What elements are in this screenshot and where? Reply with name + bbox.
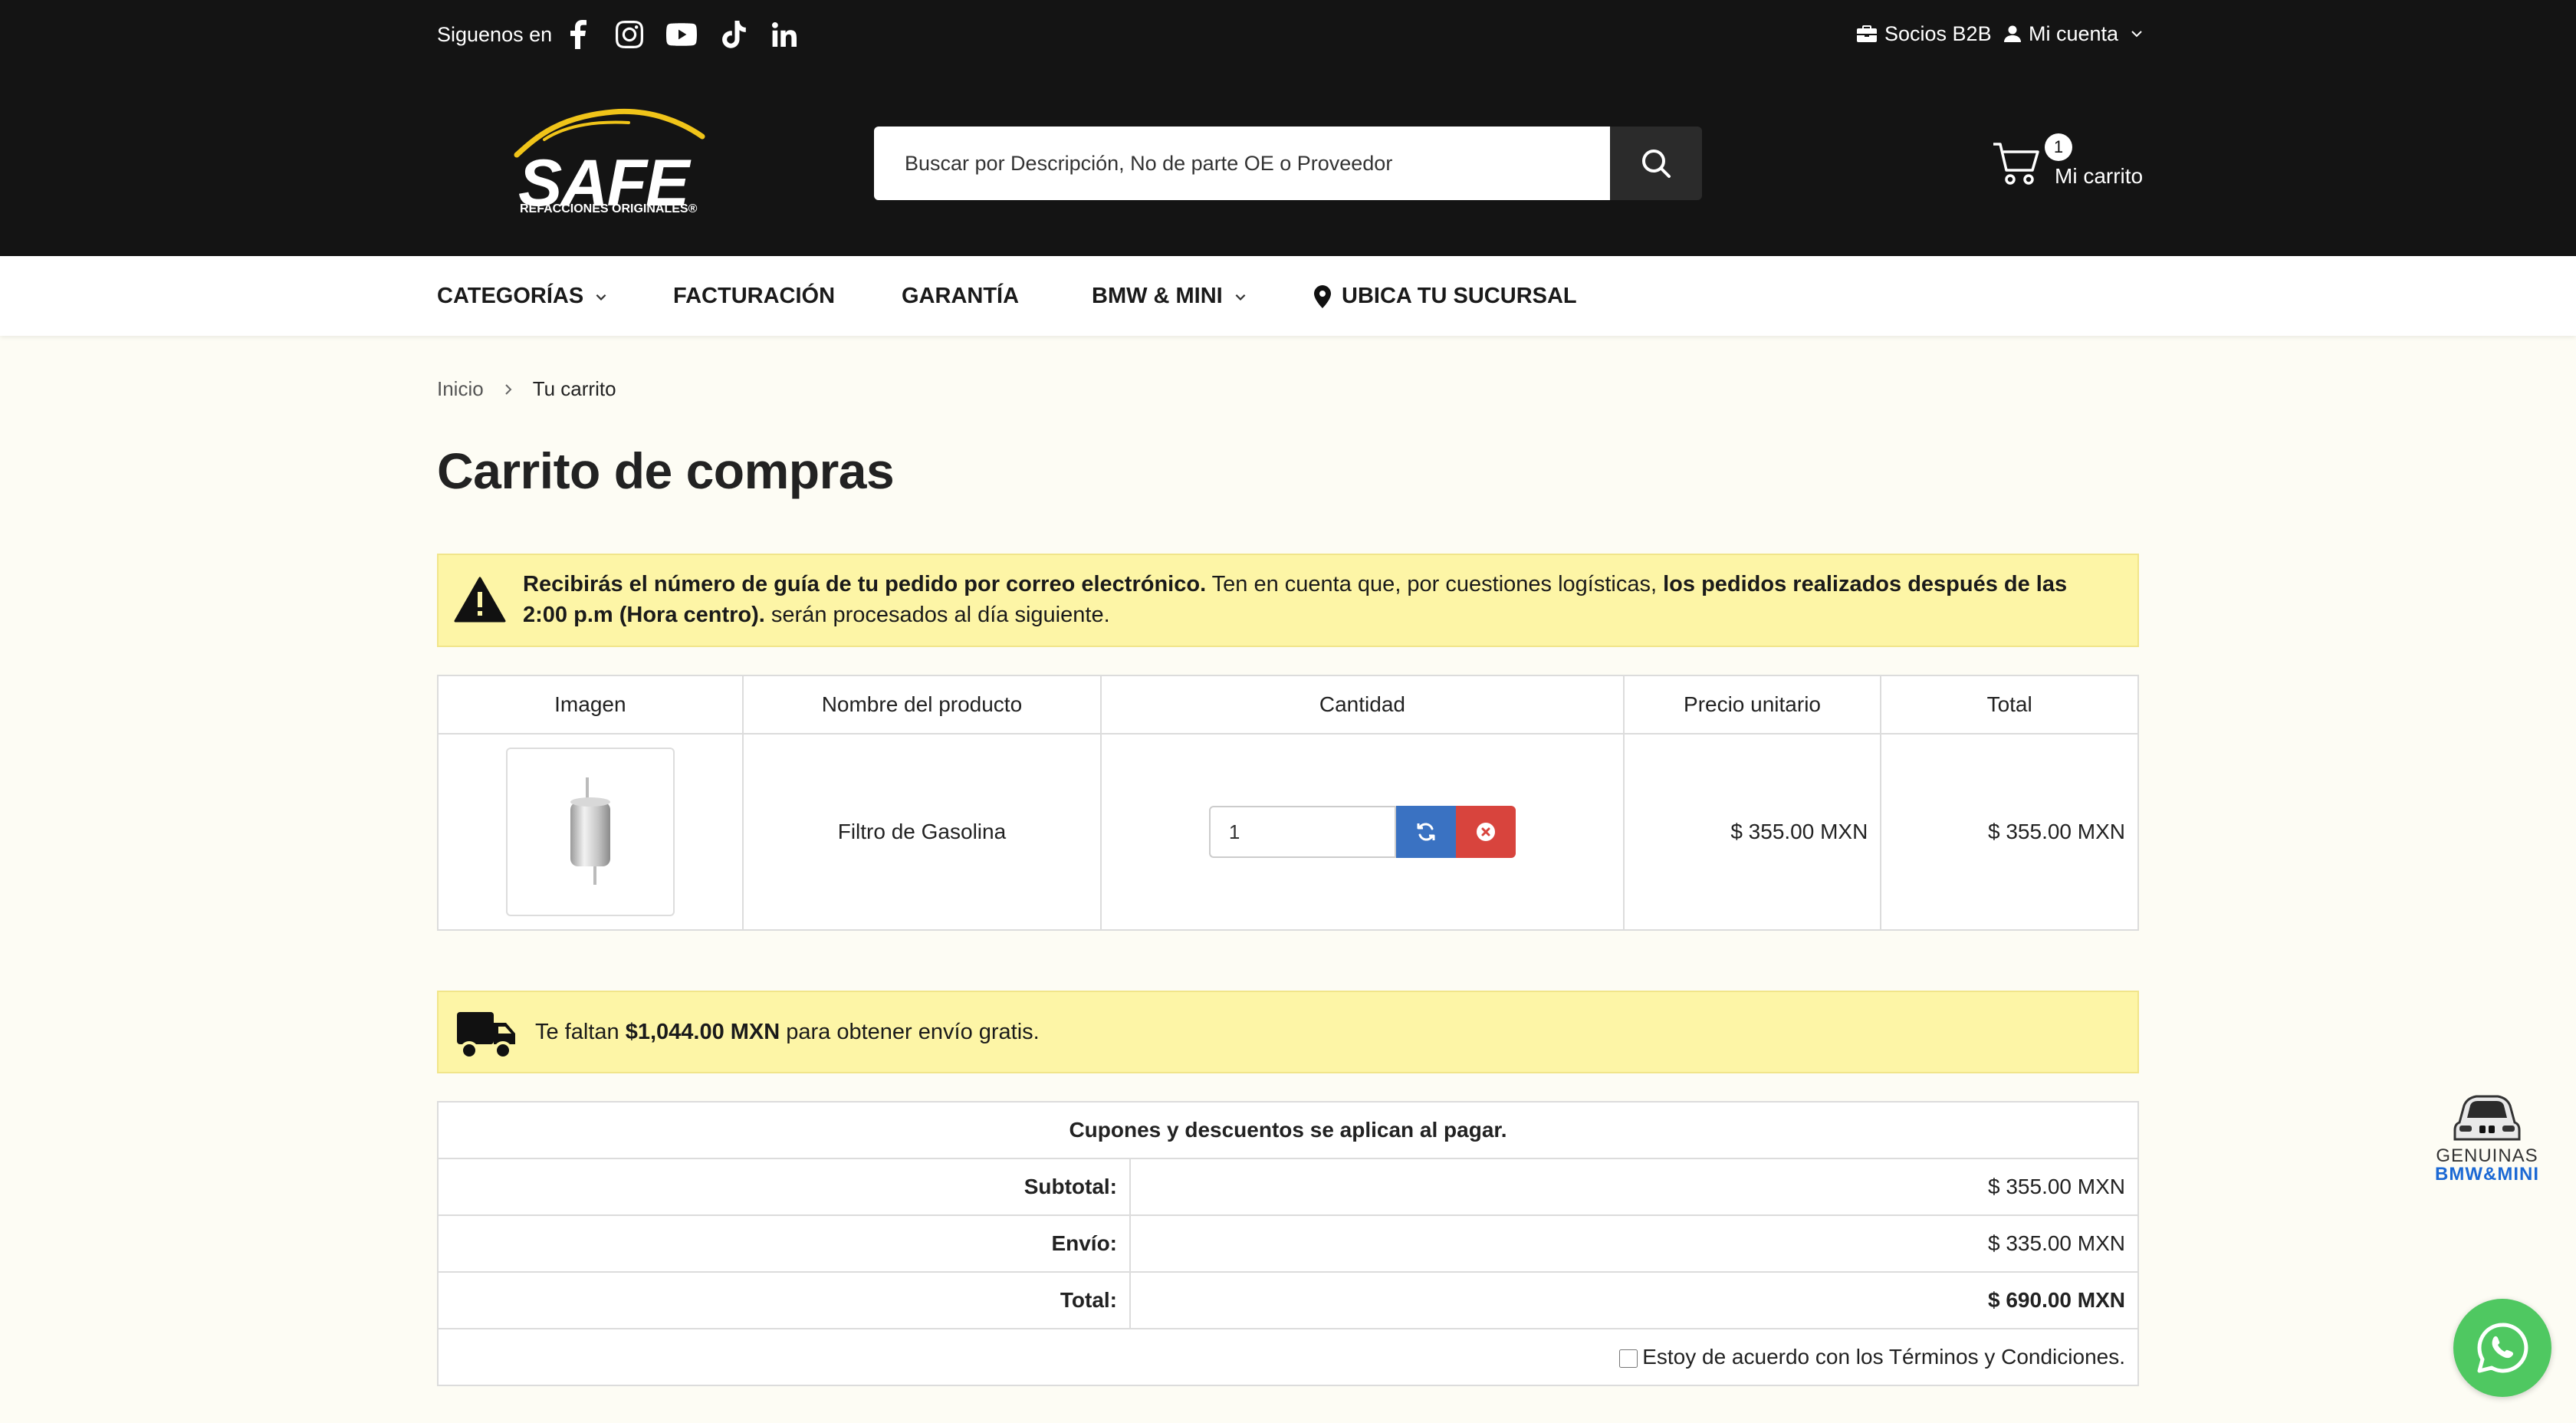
terms-checkbox[interactable] [1619, 1349, 1638, 1368]
whatsapp-icon [2477, 1323, 2528, 1373]
nav-branch-locator[interactable]: UBICA TU SUCURSAL [1314, 284, 1577, 309]
total-label: Total: [437, 1271, 1131, 1329]
youtube-icon[interactable] [664, 17, 699, 52]
shipping-label: Envío: [437, 1214, 1131, 1273]
linkedin-icon[interactable] [767, 17, 802, 52]
cart-table-header: Imagen Nombre del producto Cantidad Prec… [437, 675, 2139, 735]
quantity-stepper [1102, 806, 1623, 858]
terms-prefix: Estoy de acuerdo con los [1642, 1345, 1889, 1369]
total-value: $ 690.00 MXN [1129, 1271, 2139, 1329]
facebook-icon[interactable] [560, 17, 595, 52]
chevron-right-icon [504, 383, 512, 395]
product-thumbnail[interactable] [505, 748, 675, 916]
nav-warranty-label: GARANTÍA [902, 284, 1020, 308]
shipping-suffix: para obtener envío gratis. [780, 1020, 1040, 1044]
unit-price: $ 355.00 MXN [1622, 733, 1882, 931]
table-row: Filtro de Gasolina $ 355.00 MXN $ 355.00… [437, 733, 2139, 931]
col-image: Imagen [437, 675, 744, 735]
refresh-icon [1417, 823, 1435, 841]
alert-text: Recibirás el número de guía de tu pedido… [523, 569, 2118, 630]
truck-icon [457, 1012, 515, 1060]
user-icon [2004, 25, 2021, 42]
alert-bold-1: Recibirás el número de guía de tu pedido… [523, 572, 1207, 596]
quantity-cell [1100, 733, 1625, 931]
b2b-partners-link[interactable]: Socios B2B [1857, 20, 1992, 48]
summary-note-row: Cupones y descuentos se aplican al pagar… [437, 1101, 2139, 1159]
nav-bmw-label: BMW & MINI [1092, 284, 1223, 308]
nav-warranty[interactable]: GARANTÍA [902, 284, 1019, 309]
terms-suffix: . [2119, 1345, 2125, 1369]
order-summary-table: Cupones y descuentos se aplican al pagar… [437, 1101, 2139, 1386]
remove-item-button[interactable] [1455, 806, 1516, 858]
warning-icon [454, 577, 506, 623]
cart-icon[interactable] [1992, 140, 2041, 189]
free-shipping-notice: Te faltan $1,044.00 MXN para obtener env… [437, 991, 2139, 1073]
terms-link[interactable]: Términos y Condiciones [1889, 1345, 2119, 1369]
breadcrumb: Inicio Tu carrito [437, 377, 616, 401]
shipping-row: Envío: $ 335.00 MXN [437, 1214, 2139, 1273]
main-nav: CATEGORÍAS FACTURACIÓN GARANTÍA BMW & MI… [0, 256, 2576, 336]
cart-link[interactable]: Mi carrito [2055, 164, 2143, 189]
briefcase-icon [1857, 25, 1877, 42]
col-product-name: Nombre del producto [741, 675, 1102, 735]
cart-table: Imagen Nombre del producto Cantidad Prec… [437, 675, 2139, 931]
logo-tagline: REFACCIONES ORIGINALES® [520, 202, 698, 215]
search-icon [1642, 150, 1671, 178]
subtotal-label: Subtotal: [437, 1158, 1131, 1216]
site-header: Siguenos en Socios B2B Mi cuenta SAFE RE… [0, 0, 2576, 256]
col-quantity: Cantidad [1100, 675, 1625, 735]
total-row: Total: $ 690.00 MXN [437, 1271, 2139, 1329]
car-icon [2453, 1095, 2521, 1141]
search-input[interactable] [874, 127, 1610, 200]
product-image-cell [437, 733, 744, 931]
search-button[interactable] [1610, 127, 1702, 200]
map-pin-icon [1314, 284, 1331, 308]
col-unit-price: Precio unitario [1622, 675, 1882, 735]
shipping-remaining-amount: $1,044.00 MXN [625, 1020, 780, 1044]
update-quantity-button[interactable] [1395, 806, 1456, 858]
shipping-prefix: Te faltan [535, 1020, 626, 1044]
close-circle-icon [1476, 823, 1495, 841]
alert-text-1: Ten en cuenta que, por cuestiones logíst… [1206, 572, 1664, 596]
whatsapp-chat-button[interactable] [2453, 1299, 2551, 1397]
nav-billing[interactable]: FACTURACIÓN [673, 284, 835, 309]
subtotal-row: Subtotal: $ 355.00 MXN [437, 1158, 2139, 1216]
instagram-icon[interactable] [612, 17, 647, 52]
chevron-down-icon [596, 294, 606, 301]
nav-branch-label: UBICA TU SUCURSAL [1342, 284, 1577, 308]
nav-categories-label: CATEGORÍAS [437, 284, 584, 308]
subtotal-value: $ 355.00 MXN [1129, 1158, 2139, 1216]
line-total: $ 355.00 MXN [1880, 733, 2139, 931]
quantity-input[interactable] [1208, 806, 1396, 858]
shipping-value: $ 335.00 MXN [1129, 1214, 2139, 1273]
safe-logo[interactable]: SAFE REFACCIONES ORIGINALES® [514, 106, 705, 221]
nav-bmw-mini[interactable]: BMW & MINI [1092, 284, 1247, 309]
alert-text-2: serán procesados al día siguiente. [764, 603, 1110, 627]
product-name: Filtro de Gasolina [741, 733, 1102, 931]
terms-cell: Estoy de acuerdo con los Términos y Cond… [437, 1328, 2139, 1386]
account-label: Mi cuenta [2029, 22, 2119, 45]
terms-row: Estoy de acuerdo con los Términos y Cond… [437, 1328, 2139, 1386]
breadcrumb-home[interactable]: Inicio [437, 377, 484, 401]
col-total: Total [1880, 675, 2139, 735]
breadcrumb-current: Tu carrito [532, 377, 616, 400]
badge-line-2: BMW&MINI [2435, 1164, 2539, 1185]
nav-billing-label: FACTURACIÓN [673, 284, 836, 308]
free-shipping-text: Te faltan $1,044.00 MXN para obtener env… [535, 1020, 1040, 1045]
genuine-bmw-mini-badge[interactable]: GENUINAS BMW&MINI [2426, 1081, 2548, 1187]
coupons-note: Cupones y descuentos se aplican al pagar… [437, 1101, 2139, 1159]
b2b-label: Socios B2B [1884, 22, 1992, 45]
chevron-down-icon [1235, 294, 1246, 301]
shipping-notice-alert: Recibirás el número de guía de tu pedido… [437, 554, 2139, 647]
follow-label: Siguenos en [437, 23, 553, 46]
cart-count-badge: 1 [2045, 133, 2072, 161]
tiktok-icon[interactable] [716, 17, 751, 52]
chevron-down-icon [2131, 31, 2142, 38]
page-title: Carrito de compras [437, 442, 895, 499]
account-menu[interactable]: Mi cuenta [2004, 20, 2143, 48]
nav-categories[interactable]: CATEGORÍAS [437, 284, 608, 309]
